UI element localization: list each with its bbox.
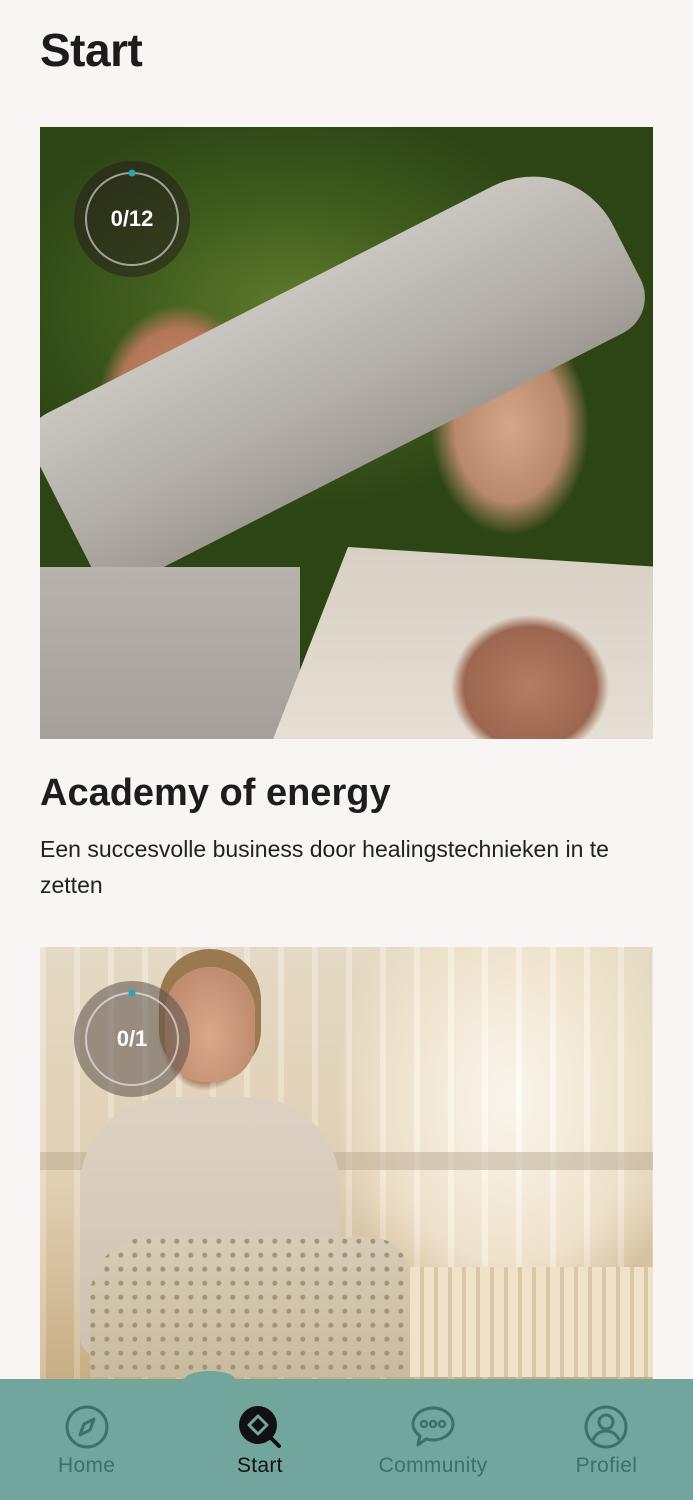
nav-item-profile[interactable]: Profiel <box>520 1379 693 1500</box>
progress-ring: 0/1 <box>74 981 190 1097</box>
course-card[interactable]: 0/1 <box>40 947 653 1379</box>
nav-label: Community <box>378 1454 488 1477</box>
course-description: Een succesvolle business door healingste… <box>40 836 609 898</box>
chat-bubble-icon <box>411 1406 455 1447</box>
progress-ring: 0/12 <box>74 161 190 277</box>
course-title[interactable]: Academy of energy <box>40 739 653 817</box>
user-icon <box>584 1405 628 1449</box>
course-card[interactable]: 0/12 Academy of energy Een succesvolle b… <box>40 127 653 903</box>
nav-item-home[interactable]: Home <box>0 1379 173 1500</box>
diamond-search-icon <box>238 1406 281 1448</box>
nav-label: Home <box>58 1454 116 1477</box>
course-image[interactable]: 0/12 <box>40 127 653 739</box>
page-title: Start <box>40 24 143 76</box>
progress-label: 0/1 <box>116 1026 148 1051</box>
nav-item-start[interactable]: Start <box>173 1379 346 1500</box>
nav-item-community[interactable]: Community <box>347 1379 520 1500</box>
bottom-nav: Home Start Community Profiel <box>0 1371 693 1500</box>
course-image[interactable]: 0/1 <box>40 947 653 1379</box>
nav-label: Profiel <box>575 1454 638 1477</box>
progress-label: 0/12 <box>110 206 154 231</box>
nav-label: Start <box>236 1454 283 1477</box>
compass-icon <box>65 1405 109 1449</box>
